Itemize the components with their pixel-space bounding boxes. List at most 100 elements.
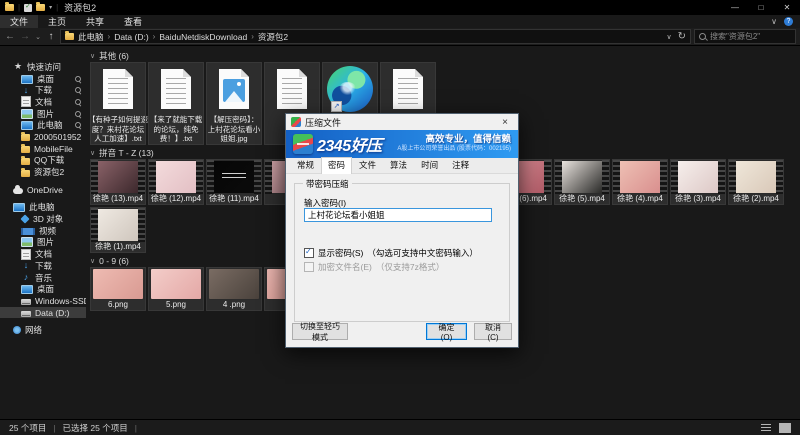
file-name: 【有种子如何提速度？来村花论坛人工加速】.txt xyxy=(88,115,148,144)
address-bar[interactable]: 此电脑›Data (D:)›BaiduNetdiskDownload›资源包2 … xyxy=(60,29,691,44)
file-tile[interactable]: 【来了就能下载的论坛，纯免费！】.txt xyxy=(149,63,203,144)
sidebar-item-label: QQ下载 xyxy=(34,154,64,166)
thumbnail-view-icon[interactable] xyxy=(779,423,791,433)
breadcrumb-item[interactable]: 资源包2 xyxy=(258,31,288,43)
sidebar-item-label: 下载 xyxy=(35,84,52,96)
sidebar-item-资源包2[interactable]: 资源包2 xyxy=(0,166,86,178)
explorer-app-icon xyxy=(5,4,14,11)
breadcrumb-item[interactable]: BaiduNetdiskDownload xyxy=(159,32,247,42)
new-folder-icon[interactable] xyxy=(36,4,45,11)
ribbon-collapse-icon[interactable]: ∨ xyxy=(771,17,777,26)
video-frame xyxy=(620,161,660,193)
menu-tab-主页[interactable]: 主页 xyxy=(38,15,76,28)
sidebar-section-此电脑[interactable]: 此电脑 xyxy=(0,202,86,214)
file-name-line: 人工加速】.txt xyxy=(88,134,148,144)
window-controls: — □ ✕ xyxy=(722,0,800,15)
ok-button[interactable]: 确定(O) xyxy=(426,323,467,340)
sidebar-item-2000501952[interactable]: 2000501952 xyxy=(0,131,86,143)
show-password-checkbox[interactable] xyxy=(304,248,314,258)
refresh-icon[interactable]: ↻ xyxy=(678,31,686,42)
search-box[interactable]: 搜索"资源包2" xyxy=(694,29,796,44)
image-thumbnail xyxy=(207,268,261,300)
menu-tab-查看[interactable]: 查看 xyxy=(114,15,152,28)
breadcrumb-item[interactable]: 此电脑 xyxy=(78,31,104,43)
menu-tab-文件[interactable]: 文件 xyxy=(0,15,38,28)
sidebar-item-MobileFile[interactable]: MobileFile xyxy=(0,143,86,155)
file-tile[interactable]: 徐艳 (2).mp4 xyxy=(729,160,783,204)
sidebar-item-此电脑[interactable]: 此电脑 xyxy=(0,119,86,131)
file-tile[interactable]: 徐艳 (12).mp4 xyxy=(149,160,203,204)
sidebar-item-下载[interactable]: ↓下载 xyxy=(0,260,86,272)
forward-icon[interactable]: → xyxy=(19,31,31,42)
dialog-tab-注释[interactable]: 注释 xyxy=(445,157,476,173)
sidebar-item-图片[interactable]: 图片 xyxy=(0,108,86,120)
sidebar-section-label: OneDrive xyxy=(27,185,63,195)
sidebar-section-OneDrive[interactable]: OneDrive xyxy=(0,184,86,196)
sidebar-item-桌面[interactable]: 桌面 xyxy=(0,73,86,85)
file-name: 徐艳 (1).mp4 xyxy=(91,242,145,252)
file-name: 徐艳 (2).mp4 xyxy=(729,194,783,204)
sidebar-item-3D 对象[interactable]: 3D 对象 xyxy=(0,213,86,225)
file-tile[interactable]: 徐艳 (11).mp4 xyxy=(207,160,261,204)
qat-customize-icon[interactable]: ▾ xyxy=(49,4,52,11)
file-tile[interactable]: 5.png xyxy=(149,268,203,310)
sidebar-item-音乐[interactable]: ♪音乐 xyxy=(0,272,86,284)
help-icon[interactable]: ? xyxy=(784,17,793,26)
file-tile[interactable]: 徐艳 (4).mp4 xyxy=(613,160,667,204)
switch-mode-button[interactable]: 切换至轻巧模式 xyxy=(292,323,348,340)
menu-tab-共享[interactable]: 共享 xyxy=(76,15,114,28)
dialog-close-icon[interactable]: × xyxy=(497,117,513,128)
file-tile[interactable]: 徐艳 (13).mp4 xyxy=(91,160,145,204)
image-file-icon xyxy=(219,69,249,109)
sidebar-item-下载[interactable]: ↓下载 xyxy=(0,84,86,96)
close-button[interactable]: ✕ xyxy=(774,0,800,15)
status-divider: | xyxy=(53,423,55,433)
text-lines xyxy=(166,78,186,104)
maximize-button[interactable]: □ xyxy=(748,0,774,15)
sidebar-item-Data (D:)[interactable]: Data (D:) xyxy=(0,307,86,319)
desktop-icon xyxy=(21,75,33,84)
pc-icon xyxy=(13,203,25,212)
group-header-其他 (6)[interactable]: ∨其他 (6) xyxy=(89,50,800,62)
password-input[interactable] xyxy=(304,208,492,222)
file-icon-area xyxy=(91,63,145,115)
minimize-button[interactable]: — xyxy=(722,0,748,15)
cancel-button[interactable]: 取消(C) xyxy=(474,323,512,340)
text-lines xyxy=(282,78,302,104)
properties-icon[interactable] xyxy=(24,4,32,12)
file-tile[interactable]: 【解压密码】：上村花论坛看小姐姐.jpg xyxy=(207,63,261,144)
file-tile[interactable]: 徐艳 (3).mp4 xyxy=(671,160,725,204)
dialog-title-bar[interactable]: 压缩文件 × xyxy=(286,114,518,130)
file-tile[interactable]: 徐艳 (1).mp4 xyxy=(91,208,145,252)
sidebar-item-桌面[interactable]: 桌面 xyxy=(0,283,86,295)
dialog-tab-文件[interactable]: 文件 xyxy=(352,157,383,173)
file-icon-area xyxy=(381,63,435,115)
sidebar-section-网络[interactable]: 网络 xyxy=(0,324,86,336)
sidebar-item-文档[interactable]: 文档 xyxy=(0,96,86,108)
address-dropdown-icon[interactable]: ∨ xyxy=(666,33,671,41)
file-name-line: 【来了就能下载 xyxy=(146,115,206,125)
sidebar-item-文档[interactable]: 文档 xyxy=(0,248,86,260)
pin-icon xyxy=(74,74,82,82)
dialog-tab-密码[interactable]: 密码 xyxy=(321,157,352,174)
details-view-icon[interactable] xyxy=(761,424,771,432)
file-name-line: 费！】.txt xyxy=(146,134,206,144)
sidebar-item-视频[interactable]: 视频 xyxy=(0,225,86,237)
file-tile[interactable]: 6.png xyxy=(91,268,145,310)
dialog-tab-常规[interactable]: 常规 xyxy=(290,157,321,173)
sidebar-item-图片[interactable]: 图片 xyxy=(0,237,86,249)
up-icon[interactable]: ↑ xyxy=(45,31,57,42)
haoya-banner: 2345好压 高效专业，值得信赖 A股上市公司荣誉出品 (股票代码：002195… xyxy=(286,130,518,158)
breadcrumb-item[interactable]: Data (D:) xyxy=(114,32,148,42)
sidebar-item-Windows-SSD (C:)[interactable]: Windows-SSD (C:) xyxy=(0,295,86,307)
file-tile[interactable]: 【有种子如何提速度？来村花论坛人工加速】.txt xyxy=(91,63,145,144)
file-tile[interactable]: 徐艳 (5).mp4 xyxy=(555,160,609,204)
dialog-tab-时间[interactable]: 时间 xyxy=(414,157,445,173)
file-tile[interactable]: 4 .png xyxy=(207,268,261,310)
back-icon[interactable]: ← xyxy=(4,31,16,42)
dialog-tab-算法[interactable]: 算法 xyxy=(383,157,414,173)
sidebar-item-QQ下载[interactable]: QQ下载 xyxy=(0,155,86,167)
recent-locations-icon[interactable]: ⌄ xyxy=(34,33,42,41)
video-thumbnail xyxy=(207,160,261,194)
sidebar-section-快速访问[interactable]: ★快速访问 xyxy=(0,61,86,73)
